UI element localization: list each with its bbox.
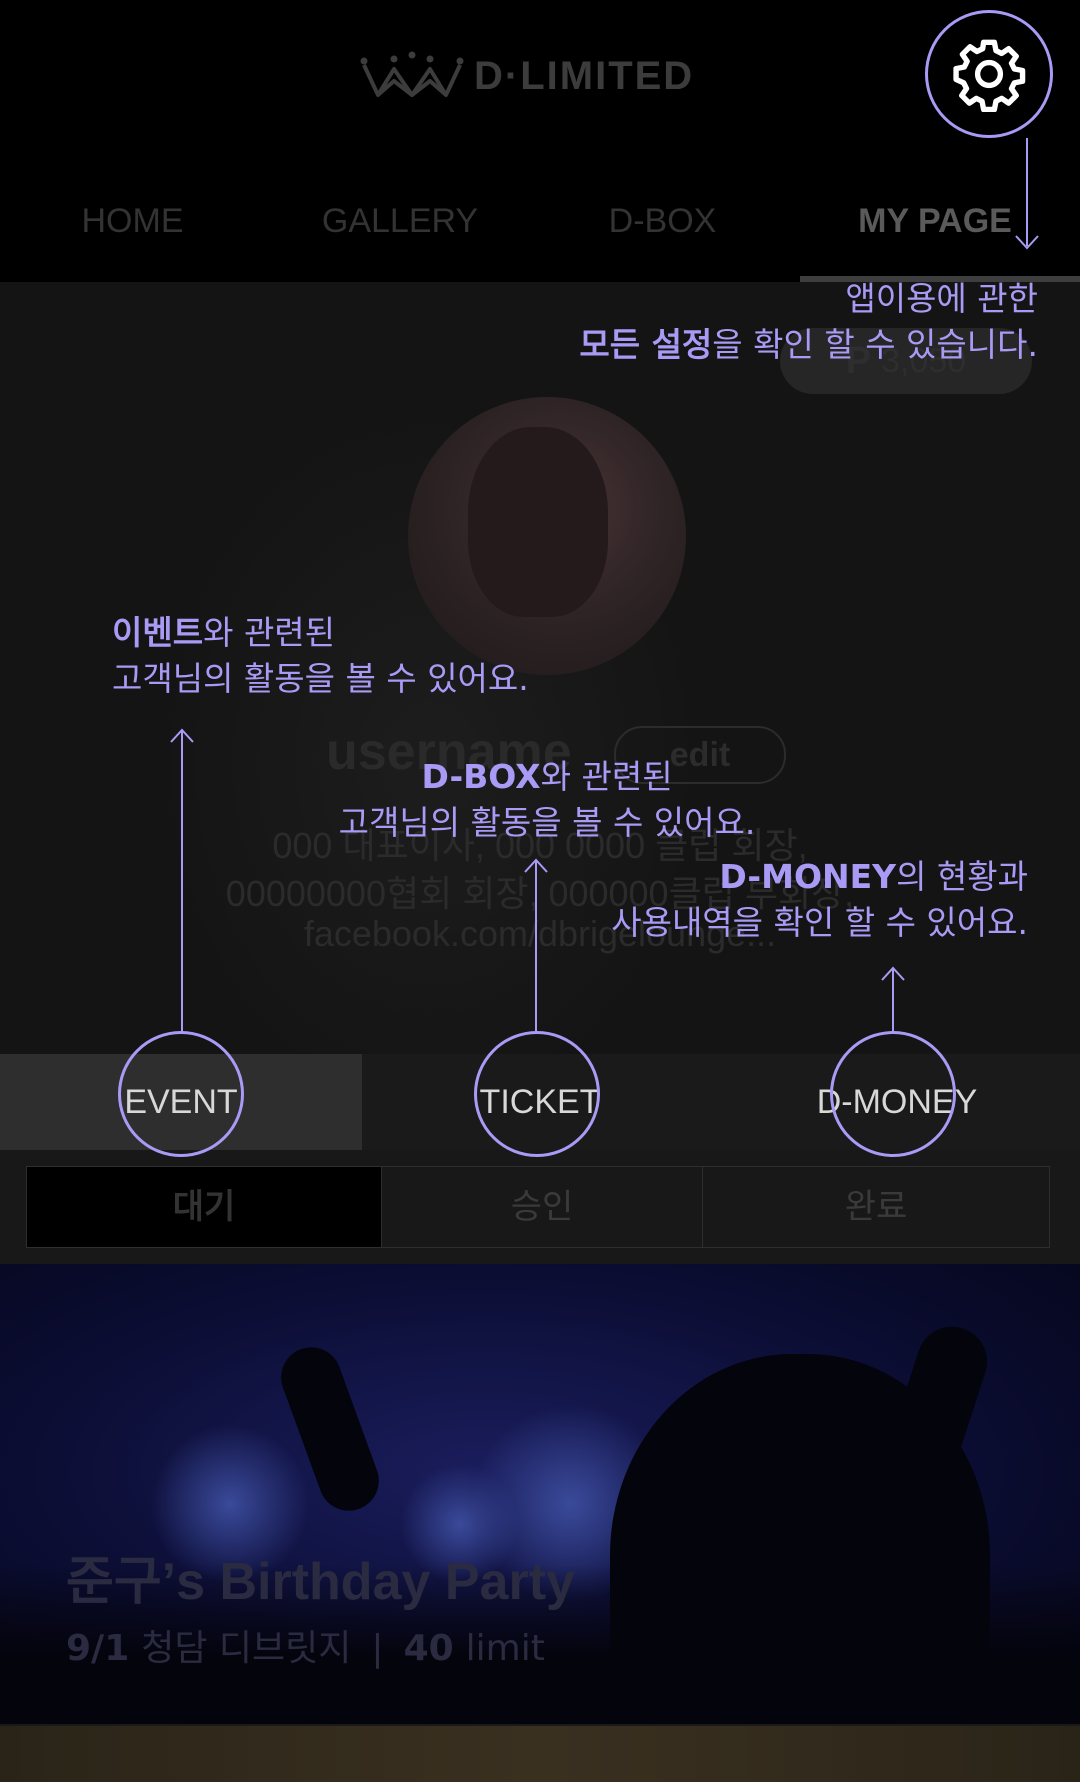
ticket-tab-highlight	[474, 1031, 600, 1157]
dmoney-annotation-bold: D-MONEY	[719, 857, 897, 896]
settings-annotation-line1: 앱이용에 관한	[845, 279, 1038, 318]
dmoney-annotation-line2: 사용내역을 확인 할 수 있어요.	[611, 903, 1028, 942]
gear-icon	[953, 39, 1026, 112]
dmoney-annotation-rest: 의 현황과	[896, 857, 1028, 896]
event-limit-label: limit	[465, 1628, 545, 1669]
event-annotation-line1: 이벤트와 관련된	[112, 610, 529, 656]
dbox-annotation-line1: D-BOX와 관련된	[332, 754, 762, 800]
next-event-card-peek[interactable]	[0, 1724, 1080, 1782]
settings-callout-line	[1026, 138, 1028, 246]
dbox-callout-line	[535, 860, 537, 1032]
event-annotation-bold: 이벤트	[112, 613, 204, 652]
nav-dbox[interactable]: D-BOX	[595, 196, 730, 246]
filter-completed[interactable]: 완료	[703, 1167, 1049, 1247]
settings-button[interactable]	[925, 10, 1053, 138]
event-venue: 청담 디브릿지	[141, 1628, 352, 1669]
dbox-annotation-bold: D-BOX	[421, 757, 541, 796]
settings-annotation-line2: 모든 설정을 확인 할 수 있습니다.	[579, 322, 1038, 368]
dbox-annotation-rest: 와 관련된	[540, 757, 673, 796]
status-filter: 대기 승인 완료	[26, 1166, 1050, 1248]
dbox-annotation-line2: 고객님의 활동을 볼 수 있어요.	[338, 803, 756, 842]
dmoney-callout-line	[892, 968, 894, 1032]
crown-icon	[360, 51, 464, 97]
logo-text: D·LIMITED	[474, 53, 695, 98]
event-separator: |	[371, 1628, 384, 1669]
event-annotation-rest: 와 관련된	[203, 613, 336, 652]
avatar-figure	[468, 427, 608, 617]
app-logo: D·LIMITED	[360, 48, 694, 104]
event-card[interactable]: 준구’s Birthday Party 9/1 청담 디브릿지 | 40 lim…	[0, 1264, 1080, 1724]
dmoney-annotation: D-MONEY의 현황과 사용내역을 확인 할 수 있어요.	[611, 854, 1028, 946]
event-annotation: 이벤트와 관련된 고객님의 활동을 볼 수 있어요.	[112, 610, 529, 702]
event-callout-line	[181, 730, 183, 1032]
nav-gallery[interactable]: GALLERY	[310, 196, 490, 246]
settings-annotation-bold: 모든 설정	[579, 325, 713, 364]
nav-home[interactable]: HOME	[60, 196, 205, 246]
event-tab-highlight	[118, 1031, 244, 1157]
event-limit-count: 40	[403, 1628, 454, 1669]
arrow-down-icon	[1015, 235, 1039, 250]
settings-annotation: 앱이용에 관한 모든 설정을 확인 할 수 있습니다.	[579, 276, 1038, 368]
dmoney-tab-highlight	[830, 1031, 956, 1157]
status-filter-area: 대기 승인 완료	[0, 1150, 1080, 1264]
dmoney-annotation-line1: D-MONEY의 현황과	[611, 854, 1028, 900]
event-date: 9/1	[66, 1628, 130, 1669]
app-header: D·LIMITED HOME GALLERY D-BOX MY PAGE	[0, 0, 1080, 282]
dbox-annotation: D-BOX와 관련된 고객님의 활동을 볼 수 있어요.	[332, 754, 762, 846]
event-title: 준구’s Birthday Party	[66, 1553, 575, 1611]
event-annotation-line2: 고객님의 활동을 볼 수 있어요.	[112, 659, 529, 698]
event-meta: 9/1 청담 디브릿지 | 40 limit	[66, 1619, 545, 1671]
filter-approved[interactable]: 승인	[382, 1167, 703, 1247]
filter-pending[interactable]: 대기	[27, 1167, 382, 1247]
settings-annotation-rest: 을 확인 할 수 있습니다.	[712, 325, 1038, 364]
nav-mypage[interactable]: MY PAGE	[850, 196, 1020, 246]
